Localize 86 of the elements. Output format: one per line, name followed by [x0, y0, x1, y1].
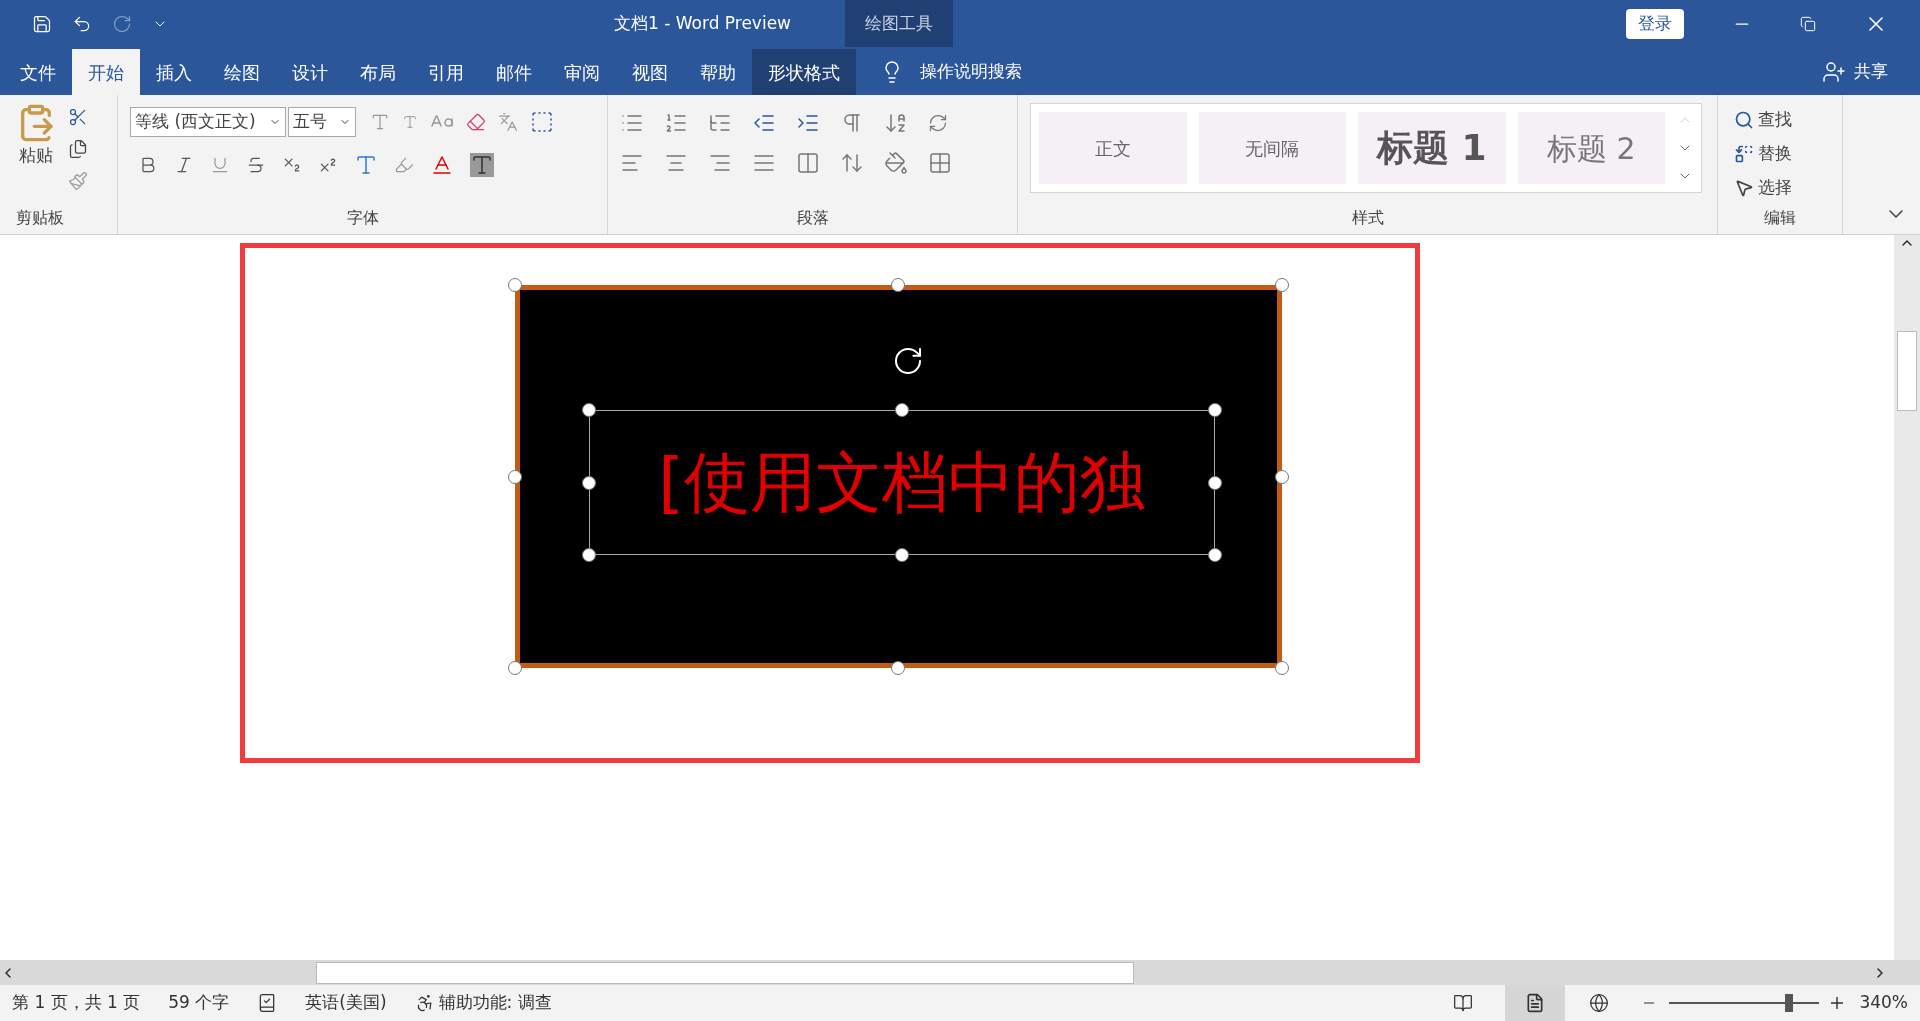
accessibility-status[interactable]: 辅助功能: 调查 [438, 990, 552, 1016]
editing-command[interactable]: 替换 [1734, 137, 1842, 171]
sort-icon[interactable] [884, 111, 908, 135]
print-layout-button[interactable] [1505, 985, 1566, 1021]
clear-formatting-icon[interactable] [466, 112, 486, 132]
web-layout-icon[interactable] [1589, 993, 1610, 1013]
ribbon-tab[interactable]: 设计 [276, 49, 344, 95]
underline-icon[interactable] [210, 155, 230, 175]
resize-handle[interactable] [582, 548, 596, 562]
paste-button[interactable]: 粘贴 [16, 103, 56, 206]
copy-icon[interactable] [68, 139, 88, 159]
format-painter-icon[interactable] [68, 171, 88, 191]
window-title: 文档1 - Word Preview [613, 11, 792, 35]
style-gallery-item[interactable]: 标题 2 [1517, 112, 1665, 184]
resize-handle[interactable] [1208, 476, 1222, 490]
rectangle-shape[interactable]: [使用文档中的独 [515, 285, 1282, 668]
ribbon-tab[interactable]: 形状格式 [752, 49, 856, 95]
shading-icon[interactable] [884, 151, 908, 175]
scroll-thumb[interactable] [316, 961, 1134, 984]
resize-handle[interactable] [582, 403, 596, 417]
editing-command[interactable]: 查找 [1734, 103, 1842, 137]
save-icon[interactable] [32, 13, 52, 34]
context-tab-title: 绘图工具 [845, 0, 953, 47]
language-status[interactable]: 英语(美国) [305, 990, 387, 1016]
restore-icon[interactable] [1800, 15, 1816, 32]
tell-me-search[interactable]: 操作说明搜索 [920, 59, 1022, 85]
editing-command[interactable]: 选择 [1734, 171, 1842, 205]
resize-handle[interactable] [508, 278, 522, 292]
group-label: 字体 [346, 207, 379, 229]
resize-handle[interactable] [1275, 470, 1289, 484]
ribbon-tab[interactable]: 引用 [412, 49, 480, 95]
rotate-handle-icon[interactable] [892, 345, 924, 377]
resize-handle[interactable] [891, 661, 905, 675]
resize-handle[interactable] [895, 403, 909, 417]
borders-icon[interactable] [928, 151, 952, 175]
resize-handle[interactable] [1208, 403, 1222, 417]
resize-handle[interactable] [1208, 548, 1222, 562]
strikethrough-icon[interactable] [246, 155, 266, 175]
resize-handle[interactable] [891, 278, 905, 292]
ribbon-tab[interactable]: 绘图 [208, 49, 276, 95]
style-gallery-item[interactable]: 无间隔 [1198, 112, 1346, 184]
line-spacing-icon[interactable] [840, 151, 864, 175]
font-color-icon[interactable] [430, 153, 454, 177]
share-link[interactable]: 共享 [1854, 59, 1888, 85]
replace-icon [1734, 144, 1754, 164]
page-count[interactable]: 第 1 页，共 1 页 [12, 990, 141, 1016]
grow-font-icon[interactable] [370, 112, 390, 132]
ribbon-tab[interactable]: 邮件 [480, 49, 548, 95]
resize-handle[interactable] [508, 661, 522, 675]
share-icon[interactable] [1822, 60, 1846, 84]
font-name-field[interactable]: 等线 (西文正文) [130, 107, 286, 137]
resize-handle[interactable] [1275, 661, 1289, 675]
character-shading-icon[interactable] [470, 153, 494, 177]
horizontal-scrollbar[interactable] [0, 960, 1920, 985]
ribbon-tab[interactable]: 文件 [4, 49, 72, 95]
resize-handle[interactable] [582, 476, 596, 490]
read-mode-icon[interactable] [1453, 993, 1474, 1013]
zoom-level[interactable]: 340% [1859, 990, 1908, 1016]
style-gallery-item[interactable]: 正文 [1039, 112, 1187, 184]
group-label: 剪贴板 [15, 207, 65, 229]
ribbon-tab[interactable]: 插入 [140, 49, 208, 95]
numbering-icon[interactable] [664, 111, 688, 135]
ribbon-tab[interactable]: 审阅 [548, 49, 616, 95]
word-count[interactable]: 59 个字 [168, 990, 230, 1016]
highlighter-icon[interactable] [394, 155, 414, 175]
pointer-icon [1734, 178, 1754, 198]
style-gallery-item[interactable]: 标题 1 [1358, 112, 1506, 184]
character-border-icon[interactable] [530, 110, 554, 134]
resize-handle[interactable] [1275, 278, 1289, 292]
group-label: 样式 [1351, 207, 1384, 229]
ribbon-tab[interactable]: 视图 [616, 49, 684, 95]
group-label: 编辑 [1764, 207, 1797, 229]
cut-icon[interactable] [68, 107, 88, 127]
resize-handle[interactable] [895, 548, 909, 562]
ribbon-tab[interactable]: 帮助 [684, 49, 752, 95]
resize-handle[interactable] [508, 470, 522, 484]
zoom-slider-thumb[interactable] [1785, 994, 1794, 1012]
group-label: 段落 [796, 207, 829, 229]
scroll-thumb[interactable] [1897, 331, 1917, 411]
search-icon [1734, 110, 1754, 130]
font-size-field[interactable]: 五号 [288, 107, 356, 137]
ribbon-tab[interactable]: 开始 [72, 49, 140, 95]
login-button[interactable]: 登录 [1626, 8, 1684, 39]
text-effects-icon[interactable] [354, 153, 378, 177]
zoom-in-icon[interactable] [1831, 997, 1844, 1009]
ribbon-tab[interactable]: 布局 [344, 49, 412, 95]
